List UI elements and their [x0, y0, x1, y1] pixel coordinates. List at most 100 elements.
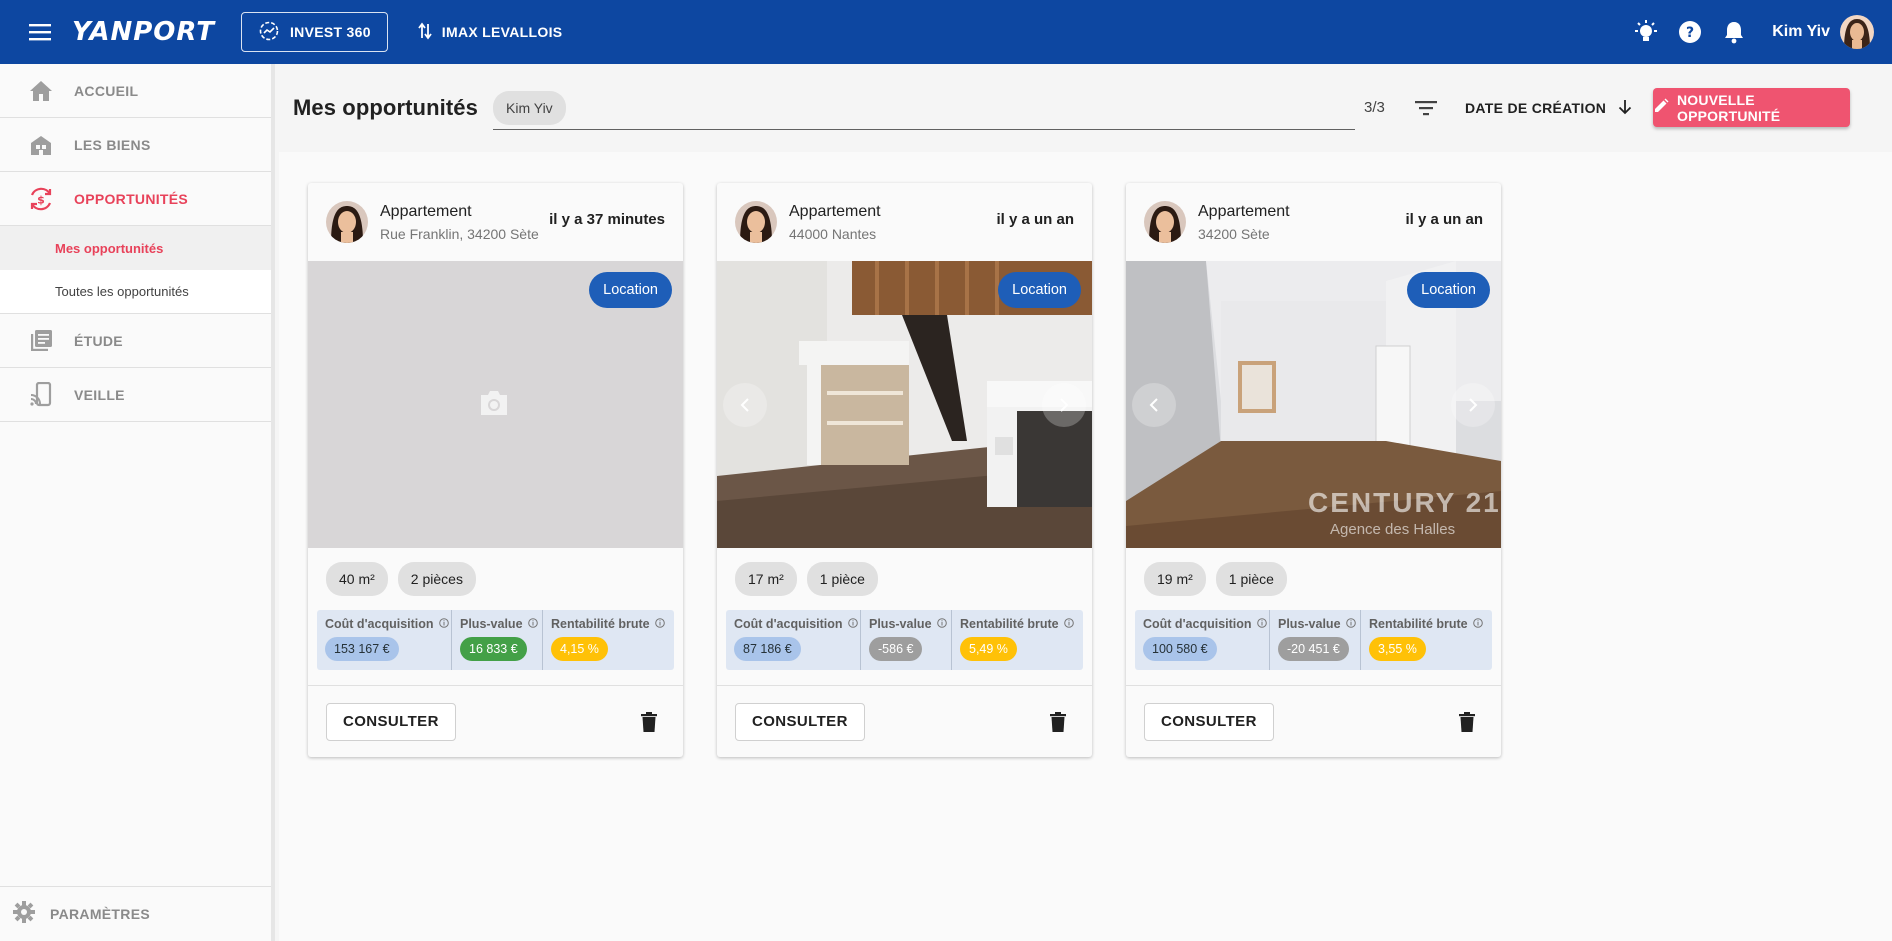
metric-label: Rentabilité brute [551, 617, 650, 631]
sidebar-item-label: PARAMÈTRES [50, 906, 150, 922]
library-books-icon [28, 328, 54, 354]
sidebar-item-etude[interactable]: ÉTUDE [0, 314, 271, 368]
menu-icon[interactable] [22, 14, 58, 50]
metric-label: Plus-value [1278, 617, 1341, 631]
brand-logo[interactable]: YANPORT [72, 17, 215, 47]
sort-by-date-button[interactable]: DATE DE CRÉATION [1465, 92, 1632, 124]
info-icon[interactable] [847, 617, 858, 631]
user-avatar[interactable] [1840, 15, 1874, 49]
gear-icon [12, 900, 36, 929]
user-name[interactable]: Kim Yiv [1772, 23, 1830, 41]
new-opportunity-label: NOUVELLE OPPORTUNITÉ [1677, 91, 1781, 124]
sidebar-nav: ACCUEIL LES BIENS $ OPPORTUNITÉS Mes opp… [0, 64, 275, 941]
consult-button[interactable]: CONSULTER [326, 702, 456, 741]
acquisition-cost-value: 87 186 € [734, 637, 801, 661]
filter-list-icon[interactable] [1410, 92, 1442, 124]
property-type: Appartement [380, 202, 472, 220]
sidebar-item-label: VEILLE [74, 386, 125, 403]
card-header: Appartement 34200 Sète il y a un an [1126, 183, 1501, 261]
owner-avatar [735, 201, 777, 243]
card-header: Appartement Rue Franklin, 34200 Sète il … [308, 183, 683, 261]
theme-lightbulb-icon[interactable] [1624, 10, 1668, 54]
sidebar-item-opportunites[interactable]: $ OPPORTUNITÉS [0, 172, 271, 226]
info-icon[interactable] [1472, 617, 1483, 631]
metric-label: Rentabilité brute [960, 617, 1059, 631]
sidebar-item-veille[interactable]: VEILLE [0, 368, 271, 422]
gross-yield-value: 3,55 % [1369, 637, 1426, 661]
metric-label: Coût d'acquisition [734, 617, 843, 631]
metric-label: Plus-value [460, 617, 523, 631]
property-address: Rue Franklin, 34200 Sète [380, 225, 539, 242]
info-icon[interactable] [527, 617, 538, 631]
created-time: il y a un an [1405, 211, 1483, 228]
watermark-brand: CENTURY 21 [1308, 487, 1501, 518]
arrow-down-icon [1618, 99, 1632, 118]
camera-icon [478, 389, 510, 422]
sidebar-item-label: LES BIENS [74, 136, 151, 153]
consult-button[interactable]: CONSULTER [1144, 702, 1274, 741]
acquisition-cost-value: 153 167 € [325, 637, 399, 661]
surface-chip: 40 m² [326, 562, 388, 596]
info-icon[interactable] [1063, 617, 1074, 631]
trash-icon[interactable] [1451, 706, 1483, 738]
sidebar-subitem-toutes-opportunites[interactable]: Toutes les opportunités [0, 270, 271, 314]
consult-button[interactable]: CONSULTER [735, 702, 865, 741]
card-header: Appartement 44000 Nantes il y a un an [717, 183, 1092, 261]
opportunity-card: Appartement 44000 Nantes il y a un an Lo… [717, 183, 1092, 757]
result-count: 3/3 [1364, 99, 1385, 116]
rooms-chip: 1 pièce [806, 562, 878, 596]
trash-icon[interactable] [1042, 706, 1074, 738]
surface-chip: 19 m² [1144, 562, 1206, 596]
sidebar-item-label: ÉTUDE [74, 332, 123, 349]
metric-label: Plus-value [869, 617, 932, 631]
opportunity-card: Appartement 34200 Sète il y a un an CENT… [1126, 183, 1501, 757]
property-photo[interactable]: Location [717, 261, 1092, 548]
rooms-chip: 2 pièces [397, 562, 476, 596]
chevron-right-icon[interactable] [1451, 383, 1495, 427]
page-title: Mes opportunités [293, 95, 478, 120]
sort-label: DATE DE CRÉATION [1465, 100, 1607, 116]
owner-filter-field[interactable]: Kim Yiv [493, 86, 1355, 130]
sidebar-item-parametres[interactable]: PARAMÈTRES [0, 886, 271, 941]
surface-chip: 17 m² [735, 562, 797, 596]
metric-label: Rentabilité brute [1369, 617, 1468, 631]
trash-icon[interactable] [633, 706, 665, 738]
property-photo-placeholder[interactable]: Location [308, 261, 683, 548]
help-icon[interactable]: ? [1668, 10, 1712, 54]
portfolio-switch-button[interactable]: IMAX LEVALLOIS [418, 22, 563, 43]
transaction-type-badge: Location [1407, 272, 1490, 308]
info-icon[interactable] [1345, 617, 1356, 631]
opportunity-card: Appartement Rue Franklin, 34200 Sète il … [308, 183, 683, 757]
info-icon[interactable] [438, 617, 449, 631]
gross-yield-value: 5,49 % [960, 637, 1017, 661]
owner-filter-chip[interactable]: Kim Yiv [493, 90, 566, 125]
invest-360-button[interactable]: INVEST 360 [240, 12, 388, 52]
chevron-left-icon[interactable] [1132, 383, 1176, 427]
notifications-bell-icon[interactable] [1712, 10, 1756, 54]
sidebar-item-label: OPPORTUNITÉS [74, 190, 189, 207]
invest-360-label: INVEST 360 [289, 24, 371, 40]
new-opportunity-button[interactable]: NOUVELLE OPPORTUNITÉ [1653, 88, 1850, 127]
property-type: Appartement [789, 202, 881, 220]
gross-yield-value: 4,15 % [551, 637, 608, 661]
acquisition-cost-value: 100 580 € [1143, 637, 1217, 661]
rooms-chip: 1 pièce [1215, 562, 1287, 596]
sidebar-item-les-biens[interactable]: LES BIENS [0, 118, 271, 172]
property-photo[interactable]: CENTURY 21 Agence des Halles Location [1126, 261, 1501, 548]
list-toolbar: Mes opportunités Kim Yiv 3/3 DATE DE CRÉ… [279, 64, 1892, 152]
property-address: 34200 Sète [1198, 225, 1270, 242]
info-icon[interactable] [654, 617, 665, 631]
sidebar-subitem-mes-opportunites[interactable]: Mes opportunités [0, 226, 271, 270]
svg-text:$: $ [37, 193, 45, 206]
chevron-left-icon[interactable] [723, 383, 767, 427]
created-time: il y a 37 minutes [549, 211, 665, 228]
property-address: 44000 Nantes [789, 225, 877, 242]
sidebar-item-accueil[interactable]: ACCUEIL [0, 64, 271, 118]
sidebar-item-label: ACCUEIL [74, 82, 139, 99]
chevron-right-icon[interactable] [1042, 383, 1086, 427]
info-icon[interactable] [936, 617, 947, 631]
transaction-type-badge: Location [998, 272, 1081, 308]
info-icon[interactable] [1256, 617, 1267, 631]
invest-360-icon [258, 20, 280, 45]
financial-metrics: Coût d'acquisition 87 186 € Plus-value -… [726, 610, 1083, 670]
